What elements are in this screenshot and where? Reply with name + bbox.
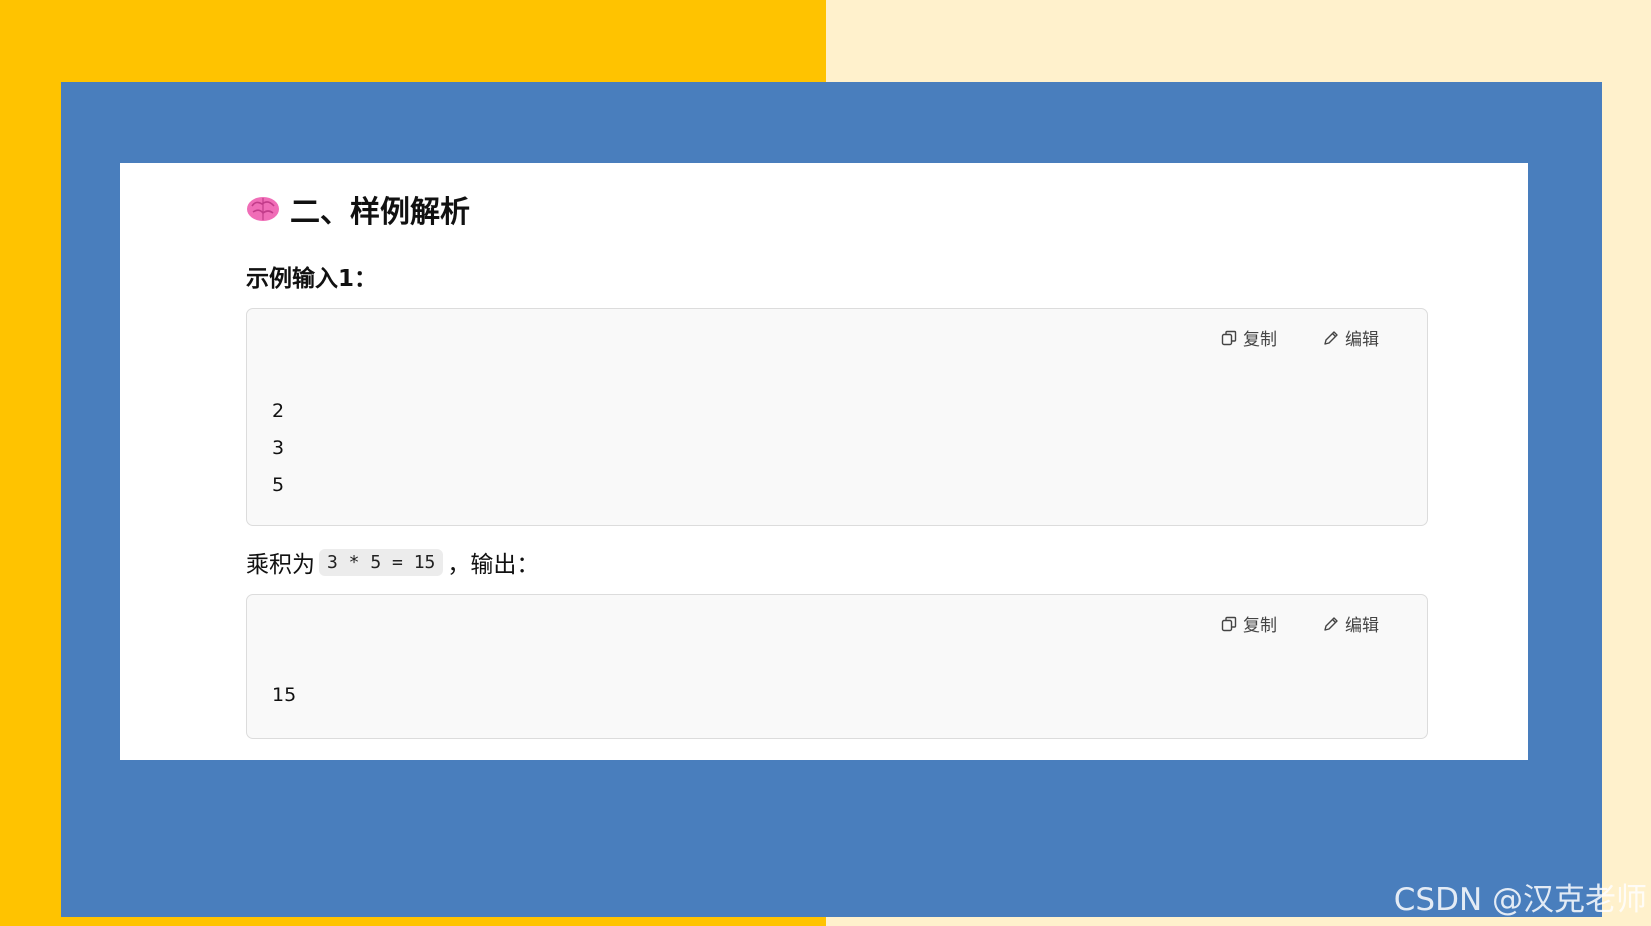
code-lines: 2 3 5 <box>272 393 284 504</box>
code-line: 3 <box>272 437 285 459</box>
edit-button[interactable]: 编辑 <box>1323 611 1379 636</box>
sample-input-label: 示例输入1： <box>246 266 378 292</box>
code-line: 15 <box>272 684 297 706</box>
copy-icon <box>1221 616 1237 631</box>
explanation-text: 乘积为 3 * 5 = 15 ，输出： <box>246 542 539 582</box>
explanation-prefix: 乘积为 <box>246 552 315 578</box>
code-toolbar: 复制 编辑 <box>1221 325 1379 350</box>
brain-icon <box>247 197 279 221</box>
copy-button[interactable]: 复制 <box>1221 325 1277 350</box>
sample-output-code-block: 复制 编辑 15 <box>246 594 1428 739</box>
copy-button[interactable]: 复制 <box>1221 611 1277 636</box>
code-line: 2 <box>272 400 285 422</box>
code-line: 5 <box>272 474 285 496</box>
sample-input-code-block: 复制 编辑 2 3 5 <box>246 308 1428 526</box>
code-lines: 15 <box>272 677 296 714</box>
edit-button[interactable]: 编辑 <box>1323 325 1379 350</box>
pencil-icon <box>1324 330 1338 345</box>
pencil-icon <box>1324 616 1338 631</box>
code-toolbar: 复制 编辑 <box>1221 611 1379 636</box>
inline-code: 3 * 5 = 15 <box>319 548 444 576</box>
watermark: CSDN @汉克老师 <box>1393 882 1647 918</box>
section-title: 二、样例解析 <box>290 195 470 230</box>
section-heading: 二、样例解析 <box>246 189 470 230</box>
copy-button-label: 复制 <box>1243 330 1277 350</box>
explanation-suffix: ，输出： <box>447 552 540 578</box>
copy-icon <box>1221 330 1237 345</box>
edit-button-label: 编辑 <box>1345 330 1379 350</box>
edit-button-label: 编辑 <box>1345 616 1379 636</box>
content-card: 二、样例解析 示例输入1： 复制 编辑 2 3 5 乘积为 3 * 5 = 15… <box>120 163 1528 760</box>
copy-button-label: 复制 <box>1243 616 1277 636</box>
